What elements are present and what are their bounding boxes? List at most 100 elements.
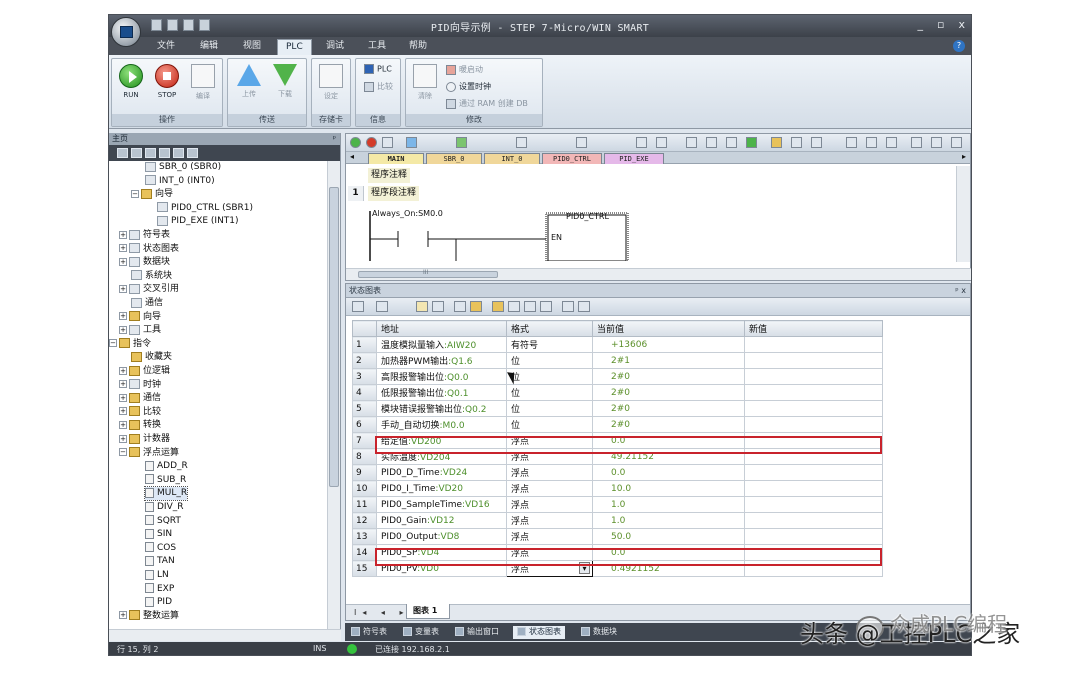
pause-icon[interactable] bbox=[656, 137, 667, 148]
tree-item[interactable]: + 通信 bbox=[119, 392, 161, 405]
format-cell[interactable]: 浮点 bbox=[506, 464, 593, 481]
new-value-cell[interactable] bbox=[744, 384, 883, 401]
tree-item[interactable]: 收藏夹 bbox=[131, 351, 172, 364]
tree-expander-icon[interactable]: + bbox=[119, 325, 127, 334]
table-row[interactable]: 13 PID0_Output:VD8 浮点 50.0 bbox=[352, 528, 883, 545]
format-cell[interactable]: 位 bbox=[506, 384, 593, 401]
tab-main[interactable]: MAIN bbox=[368, 153, 424, 164]
new-value-cell[interactable] bbox=[744, 528, 883, 545]
new-value-cell[interactable] bbox=[744, 448, 883, 465]
window-tab-data-block[interactable]: 数据块 bbox=[577, 626, 621, 639]
table-row[interactable]: 2 加热器PWM输出:Q1.6 位 2#1 bbox=[352, 352, 883, 369]
create-db-from-ram-button[interactable]: 通过 RAM 创建 DB bbox=[446, 98, 528, 109]
dropdown-arrow-icon[interactable]: ▾ bbox=[579, 562, 590, 574]
format-cell[interactable]: 位 bbox=[506, 416, 593, 433]
window-tab-variable-table[interactable]: 变量表 bbox=[399, 626, 443, 639]
download-icon[interactable] bbox=[456, 137, 467, 148]
table-row[interactable]: 1 温度模拟量输入:AIW20 有符号 +13606 bbox=[352, 336, 883, 353]
tree-tool-icon[interactable] bbox=[173, 148, 184, 158]
format-cell[interactable]: 浮点 bbox=[506, 496, 593, 513]
tree-tool-icon[interactable] bbox=[117, 148, 128, 158]
tree-item[interactable]: + 交叉引用 bbox=[119, 283, 179, 296]
program-comment-row[interactable]: 程序注释 bbox=[346, 168, 958, 183]
tree-item[interactable]: + 符号表 bbox=[119, 229, 170, 242]
upload-button[interactable]: 上传 bbox=[232, 64, 266, 99]
address-cell[interactable]: 加热器PWM输出:Q1.6 bbox=[376, 352, 507, 369]
tree-item[interactable]: EXP bbox=[145, 583, 174, 596]
tab-tools[interactable]: 工具 bbox=[360, 39, 394, 55]
download-button[interactable]: 下载 bbox=[268, 64, 302, 99]
sheet-tab-chart-1[interactable]: 图表 1 bbox=[406, 604, 451, 619]
tree-item[interactable]: + 状态图表 bbox=[119, 243, 179, 256]
address-cell[interactable]: 手动_自动切换:M0.0 bbox=[376, 416, 507, 433]
help-icon[interactable]: ? bbox=[953, 40, 965, 52]
new-value-cell[interactable] bbox=[744, 560, 883, 577]
tree-expander-icon[interactable]: + bbox=[119, 407, 127, 416]
column-header-current-value[interactable]: 当前值 bbox=[592, 320, 745, 337]
tree-item[interactable]: + 时钟 bbox=[119, 379, 161, 392]
table-row[interactable]: 14 PID0_SP:VD4 浮点 0.0 bbox=[352, 544, 883, 561]
tree-tool-icon[interactable] bbox=[187, 148, 198, 158]
tree-item[interactable]: PID bbox=[145, 596, 172, 609]
unforce-all-icon[interactable] bbox=[524, 301, 536, 312]
table-row[interactable]: 4 低限报警输出位:Q0.1 位 2#0 bbox=[352, 384, 883, 401]
window-tab-status-chart[interactable]: 状态图表 bbox=[513, 626, 565, 639]
tree-expander-icon[interactable]: + bbox=[119, 380, 127, 389]
new-value-cell[interactable] bbox=[744, 512, 883, 529]
pin-icon[interactable]: ᵖ bbox=[333, 133, 336, 145]
add-row-icon[interactable] bbox=[376, 301, 388, 312]
symbol-icon[interactable] bbox=[791, 137, 802, 148]
address-cell[interactable]: 温度模拟量输入:AIW20 bbox=[376, 336, 507, 353]
tree-item[interactable]: INT_0 (INT0) bbox=[145, 175, 215, 188]
new-value-cell[interactable] bbox=[744, 352, 883, 369]
run-icon[interactable] bbox=[350, 137, 361, 148]
tab-int0[interactable]: INT_0 bbox=[484, 153, 540, 164]
tree-tool-icon[interactable] bbox=[145, 148, 156, 158]
table-row[interactable]: 7 给定值:VD200 浮点 0.0 bbox=[352, 432, 883, 449]
plc-info-button[interactable]: PLC bbox=[364, 64, 392, 74]
network-comment[interactable]: 程序段注释 bbox=[368, 186, 420, 201]
table-row[interactable]: 9 PID0_D_Time:VD24 浮点 0.0 bbox=[352, 464, 883, 481]
format-cell[interactable]: 位 bbox=[506, 368, 593, 385]
compare-button[interactable]: 比较 bbox=[364, 81, 393, 92]
tree-horizontal-scrollbar[interactable] bbox=[109, 629, 341, 641]
tab-view[interactable]: 视图 bbox=[235, 39, 269, 55]
application-menu-button[interactable] bbox=[111, 17, 141, 47]
compile-button[interactable]: 编译 bbox=[186, 64, 220, 101]
format-cell[interactable]: 浮点 bbox=[506, 512, 593, 529]
format-dropdown-value[interactable]: 浮点 bbox=[511, 565, 529, 575]
tab-debug[interactable]: 调试 bbox=[318, 39, 352, 55]
column-header-address[interactable]: 地址 bbox=[376, 320, 507, 337]
tree-item[interactable]: − 指令 bbox=[109, 338, 151, 351]
run-button[interactable]: RUN bbox=[114, 64, 148, 99]
close-button[interactable]: x bbox=[958, 18, 965, 31]
stop-icon[interactable] bbox=[366, 137, 377, 148]
window-tab-output[interactable]: 输出窗口 bbox=[451, 626, 503, 639]
panel-controls[interactable]: ᵖ x bbox=[955, 284, 966, 297]
address-cell[interactable]: PID0_SP:VD4 bbox=[376, 544, 507, 561]
address-cell[interactable]: PID0_I_Time:VD20 bbox=[376, 480, 507, 497]
trend-icon[interactable] bbox=[454, 301, 466, 312]
tab-help[interactable]: 帮助 bbox=[401, 39, 435, 55]
tree-expander-icon[interactable]: + bbox=[119, 230, 127, 239]
format-cell[interactable]: 位 bbox=[506, 352, 593, 369]
tree-item[interactable]: − 浮点运算 bbox=[119, 447, 179, 460]
tree-item[interactable]: SQRT bbox=[145, 515, 181, 528]
address-cell[interactable]: PID0_Gain:VD12 bbox=[376, 512, 507, 529]
tree-expander-icon[interactable]: + bbox=[119, 366, 127, 375]
stop-button[interactable]: STOP bbox=[150, 64, 184, 99]
tree-item[interactable]: DIV_R bbox=[145, 501, 184, 514]
delete-icon[interactable] bbox=[576, 137, 587, 148]
line-up-icon[interactable] bbox=[866, 137, 877, 148]
table-row[interactable]: 3 高限报警输出位:Q0.0 位 2#0 bbox=[352, 368, 883, 385]
table-row[interactable]: 5 模块错误报警输出位:Q0.2 位 2#0 bbox=[352, 400, 883, 417]
read-forced-icon[interactable] bbox=[540, 301, 552, 312]
tree-expander-icon[interactable]: − bbox=[131, 189, 139, 198]
format-cell[interactable]: 位 bbox=[506, 400, 593, 417]
tree-item[interactable]: + 比较 bbox=[119, 406, 161, 419]
tree-item[interactable]: SBR_0 (SBR0) bbox=[145, 161, 221, 174]
tree-item[interactable]: 通信 bbox=[131, 297, 163, 310]
tree-item[interactable]: ADD_R bbox=[145, 460, 188, 473]
format-cell[interactable]: 浮点 bbox=[506, 480, 593, 497]
new-chart-icon[interactable] bbox=[352, 301, 364, 312]
